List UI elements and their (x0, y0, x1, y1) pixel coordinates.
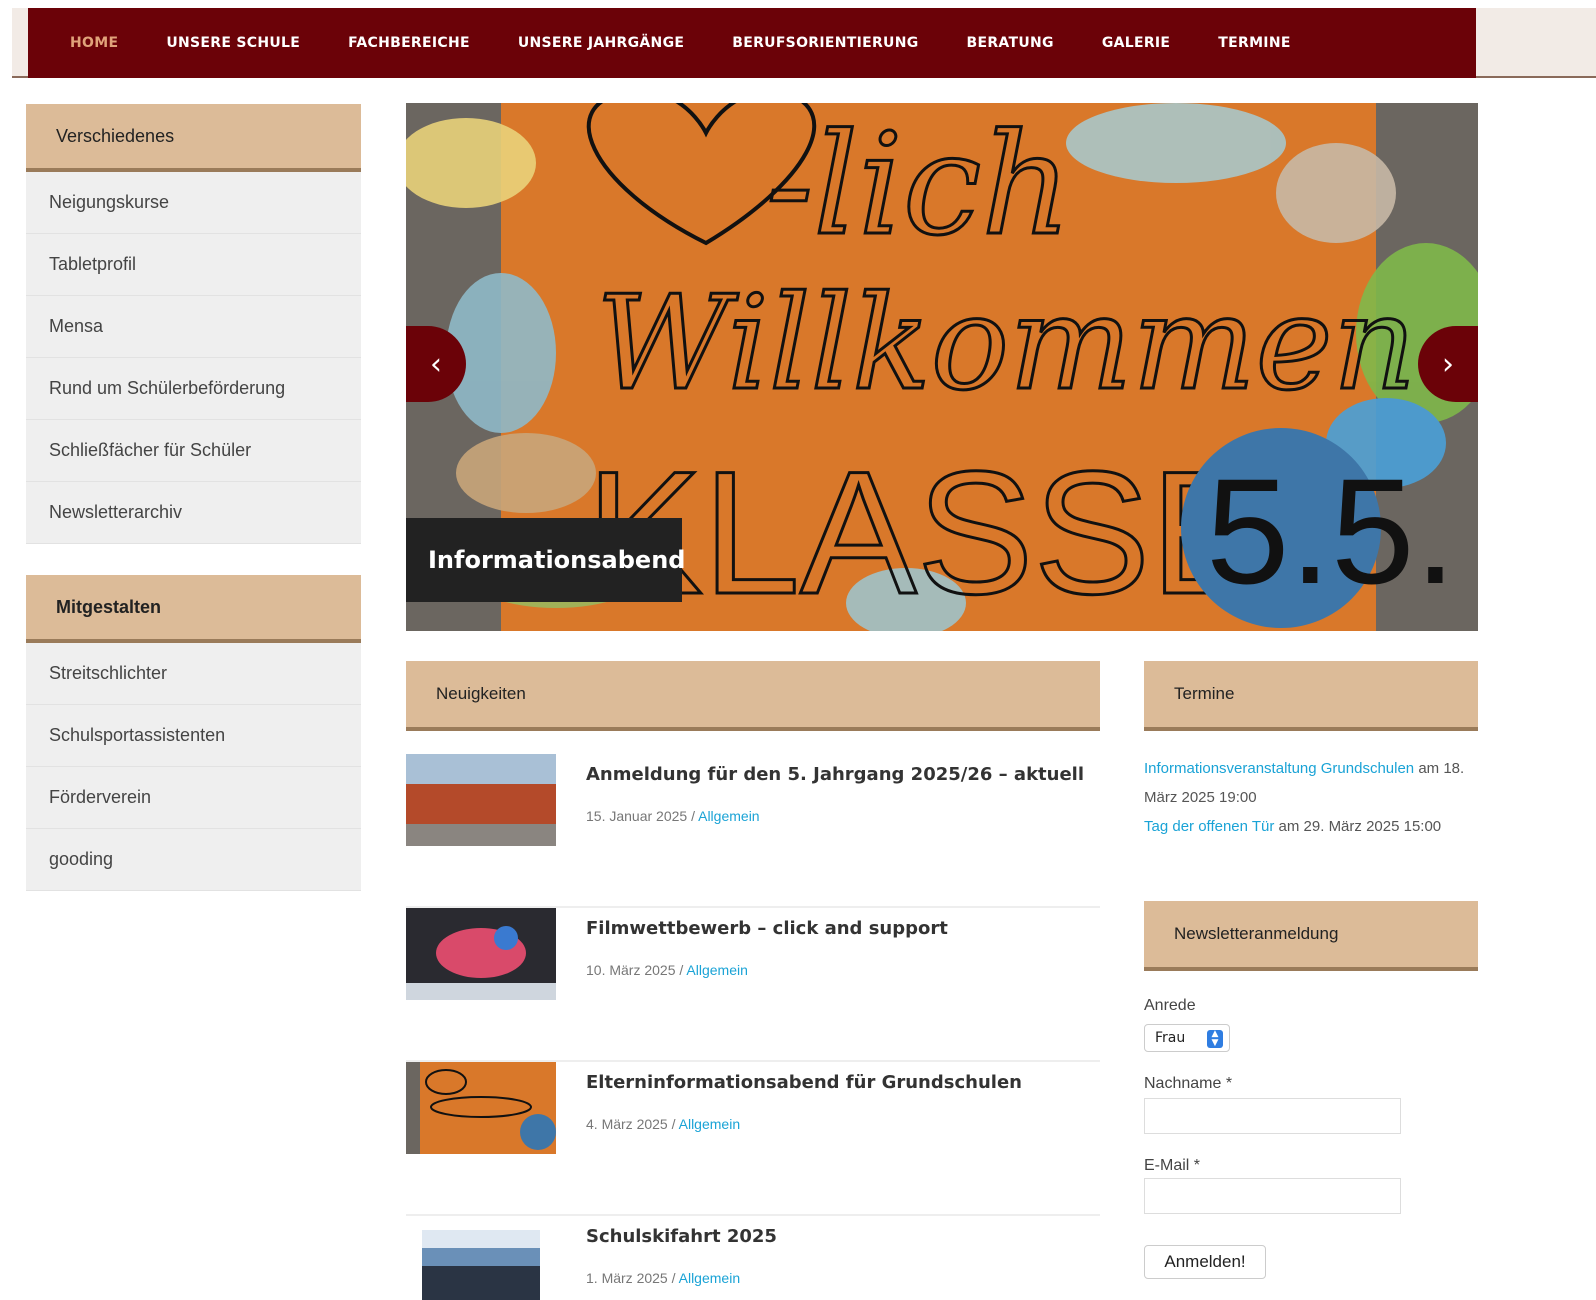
sidebar-item-gooding[interactable]: gooding (26, 829, 361, 891)
post-title[interactable]: Schulskifahrt 2025 (586, 1226, 777, 1247)
lastname-label: Nachname * (1144, 1075, 1233, 1092)
post-title[interactable]: Elterninformationsabend für Grundschulen (586, 1072, 1022, 1093)
email-input[interactable] (1144, 1178, 1401, 1214)
event-link-informationsveranstaltung[interactable]: Informationsveranstaltung Grundschulen (1144, 760, 1414, 777)
main-navigation: Home Unsere Schule Fachbereiche Unsere J… (28, 8, 1476, 78)
hero-sign-text-klasse: KLASSE (586, 436, 1267, 631)
newsletter-submit-button[interactable]: Anmelden! (1144, 1245, 1266, 1279)
post-meta-separator: / (667, 1116, 679, 1132)
termine-list: Informationsveranstaltung Grundschulen a… (1144, 754, 1478, 841)
lastname-input[interactable] (1144, 1098, 1401, 1134)
nav-item-jahrgaenge[interactable]: Unsere Jahrgänge (518, 35, 684, 51)
sidebar-item-schulsportassistenten[interactable]: Schulsportassistenten (26, 705, 361, 767)
hero-sign-text-willkommen: Willkommen (596, 267, 1416, 419)
sidebar-item-schuelerbefoerderung[interactable]: Rund um Schülerbeförderung (26, 358, 361, 420)
post-title[interactable]: Filmwettbewerb – click and support (586, 918, 948, 939)
event-date: am 29. März 2025 15:00 (1274, 818, 1442, 835)
hero-caption[interactable]: Informationsabend (406, 518, 685, 602)
post-date: 10. März 2025 (586, 962, 676, 978)
sidebar-item-streitschlichter[interactable]: Streitschlichter (26, 643, 361, 705)
sidebar-item-mensa[interactable]: Mensa (26, 296, 361, 358)
nav-item-home[interactable]: Home (70, 35, 118, 51)
post-thumbnail[interactable] (406, 754, 556, 846)
news-post: Filmwettbewerb – click and support 10. M… (406, 908, 1100, 1062)
nav-item-berufsorientierung[interactable]: Berufsorientierung (732, 35, 918, 51)
post-category-link[interactable]: Allgemein (679, 1116, 740, 1132)
post-title[interactable]: Anmeldung für den 5. Jahrgang 2025/26 – … (586, 764, 1084, 785)
salutation-label: Anrede (1144, 997, 1196, 1014)
nav-item-unsere-schule[interactable]: Unsere Schule (166, 35, 300, 51)
sidebar-box-title: Verschiedenes (26, 104, 361, 172)
nav-item-termine[interactable]: Termine (1218, 35, 1290, 51)
event-link-tag-der-offenen-tuer[interactable]: Tag der offenen Tür (1144, 818, 1274, 835)
sidebar-box-verschiedenes: Verschiedenes Neigungskurse Tabletprofil… (26, 104, 361, 544)
newsletter-section-title: Newsletteranmeldung (1144, 901, 1478, 971)
nav-item-fachbereiche[interactable]: Fachbereiche (348, 35, 470, 51)
nav-item-galerie[interactable]: Galerie (1102, 35, 1170, 51)
post-date: 15. Januar 2025 (586, 808, 688, 824)
select-arrows-icon: ▲ ▼ (1207, 1030, 1223, 1048)
post-date: 4. März 2025 (586, 1116, 668, 1132)
hero-sign-text-lich: -lich (766, 104, 1071, 267)
salutation-value: Frau (1155, 1030, 1186, 1046)
post-thumbnail[interactable] (406, 1216, 556, 1300)
post-category-link[interactable]: Allgemein (698, 808, 759, 824)
news-post: Elterninformationsabend für Grundschulen… (406, 1062, 1100, 1216)
post-meta-separator: / (675, 962, 687, 978)
sidebar-item-newsletterarchiv[interactable]: Newsletterarchiv (26, 482, 361, 544)
post-meta: 1. März 2025 / Allgemein (586, 1270, 740, 1286)
sidebar-box-title: Mitgestalten (26, 575, 361, 643)
post-meta: 10. März 2025 / Allgemein (586, 962, 748, 978)
post-date: 1. März 2025 (586, 1270, 668, 1286)
post-category-link[interactable]: Allgemein (679, 1270, 740, 1286)
post-meta: 15. Januar 2025 / Allgemein (586, 808, 760, 824)
sidebar-item-neigungskurse[interactable]: Neigungskurse (26, 172, 361, 234)
news-post: Schulskifahrt 2025 1. März 2025 / Allgem… (406, 1216, 1100, 1300)
post-meta-separator: / (687, 808, 699, 824)
salutation-select[interactable]: Frau ▲ ▼ (1144, 1024, 1230, 1052)
post-category-link[interactable]: Allgemein (686, 962, 747, 978)
sidebar-item-tabletprofil[interactable]: Tabletprofil (26, 234, 361, 296)
sidebar-item-foerderverein[interactable]: Förderverein (26, 767, 361, 829)
post-thumbnail[interactable] (406, 1062, 556, 1154)
post-meta: 4. März 2025 / Allgemein (586, 1116, 740, 1132)
nav-item-beratung[interactable]: Beratung (967, 35, 1054, 51)
email-label: E-Mail * (1144, 1157, 1201, 1174)
news-post: Anmeldung für den 5. Jahrgang 2025/26 – … (406, 754, 1100, 908)
termine-section-title: Termine (1144, 661, 1478, 731)
sidebar-box-mitgestalten: Mitgestalten Streitschlichter Schulsport… (26, 575, 361, 891)
post-meta-separator: / (667, 1270, 679, 1286)
news-section-title: Neuigkeiten (406, 661, 1100, 731)
hero-slider[interactable]: -lich Willkommen KLASSE 5.5. ‹ › Informa… (406, 103, 1478, 631)
hero-sign-badge: 5.5. (1206, 447, 1456, 615)
sidebar-item-schliessfaecher[interactable]: Schließfächer für Schüler (26, 420, 361, 482)
post-thumbnail[interactable] (406, 908, 556, 1000)
